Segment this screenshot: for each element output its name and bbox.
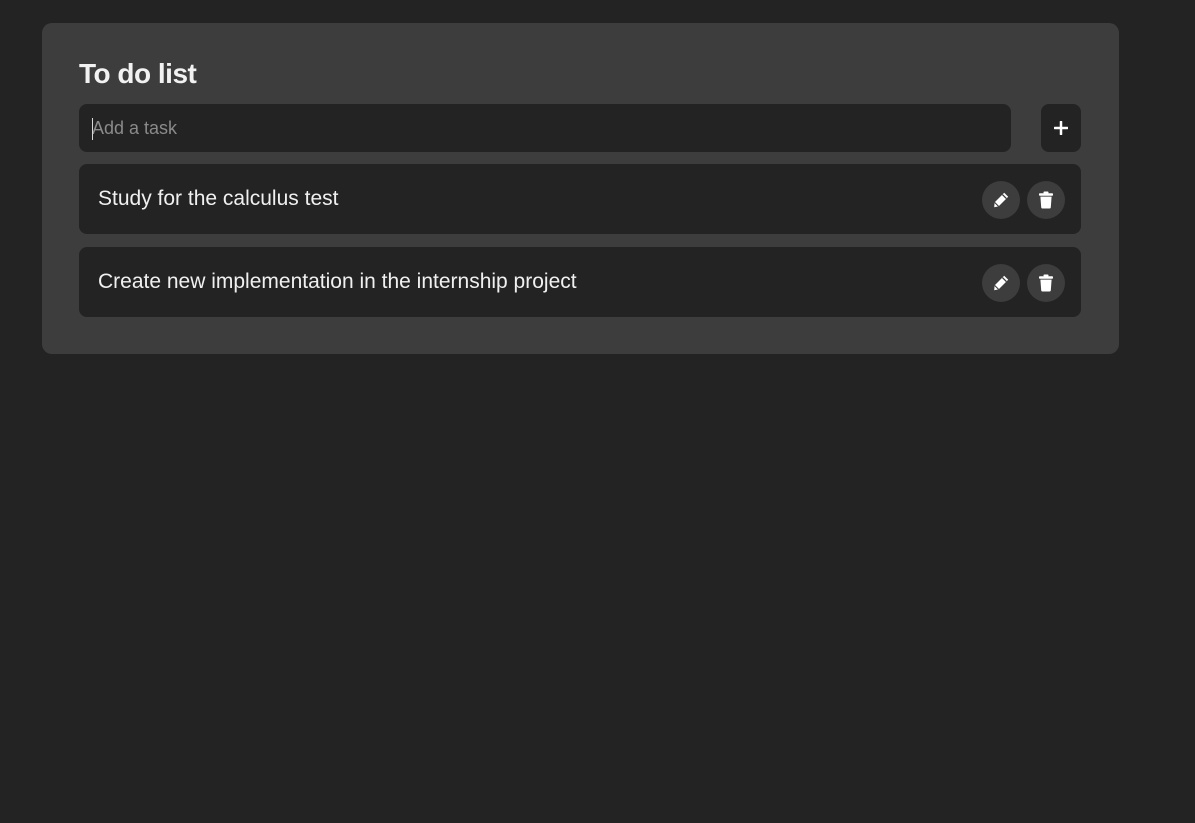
pencil-icon: [992, 191, 1010, 209]
page-title: To do list: [79, 58, 197, 89]
trash-icon: [1038, 274, 1054, 292]
edit-task-button[interactable]: [982, 264, 1020, 302]
todo-card: To do list Study for the calculus test: [42, 23, 1119, 354]
add-task-input[interactable]: [79, 104, 1011, 152]
trash-icon: [1038, 191, 1054, 209]
task-text: Create new implementation in the interns…: [98, 270, 577, 293]
pencil-icon: [992, 274, 1010, 292]
task-text: Study for the calculus test: [98, 187, 339, 210]
task-item: Study for the calculus test: [79, 164, 1081, 234]
delete-task-button[interactable]: [1027, 181, 1065, 219]
delete-task-button[interactable]: [1027, 264, 1065, 302]
edit-task-button[interactable]: [982, 181, 1020, 219]
add-task-button[interactable]: [1041, 104, 1081, 152]
plus-icon: [1053, 120, 1069, 136]
text-caret: [92, 118, 93, 140]
task-item: Create new implementation in the interns…: [79, 247, 1081, 317]
add-task-row: [79, 104, 1081, 152]
